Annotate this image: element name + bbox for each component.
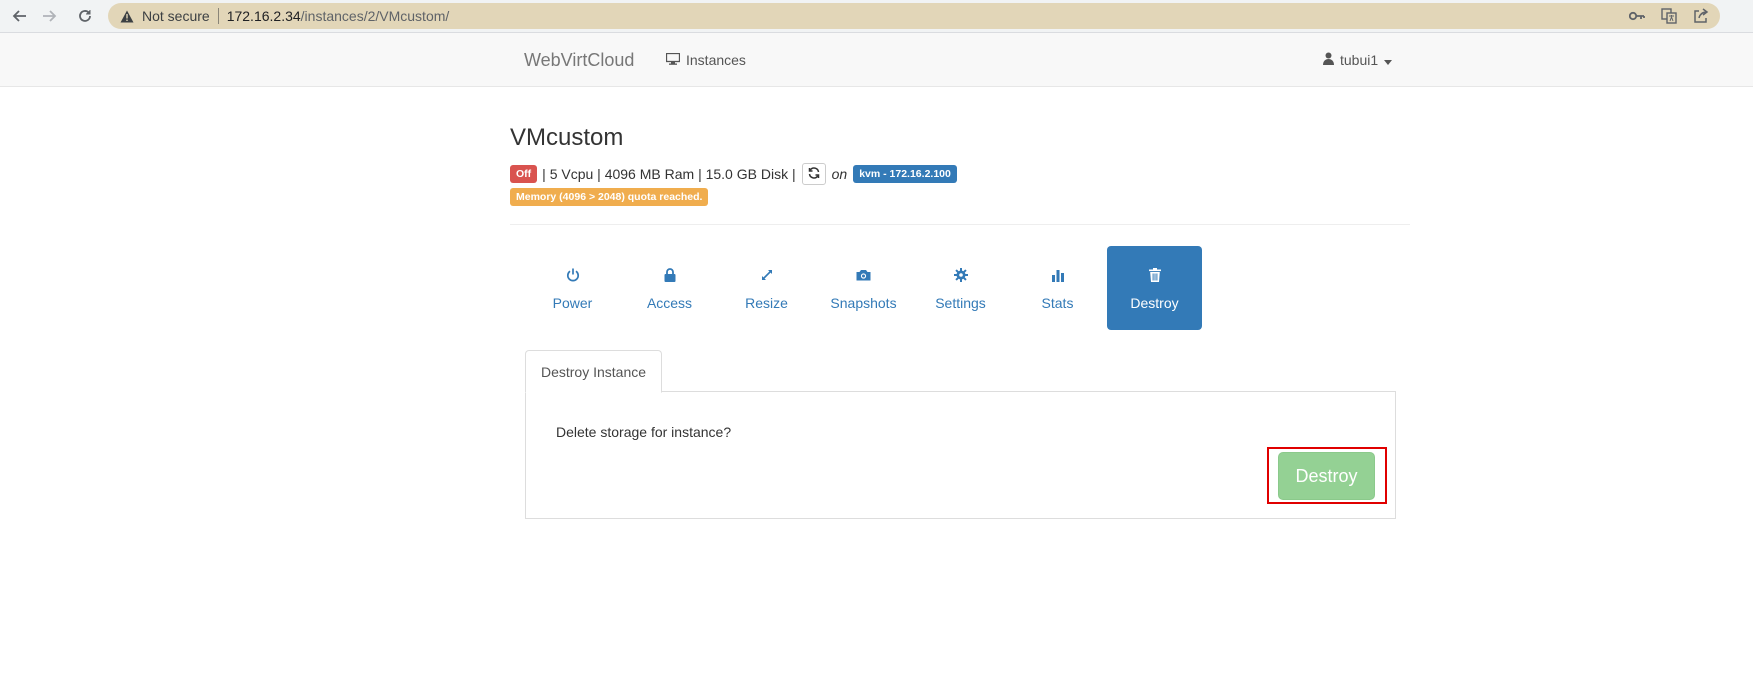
trash-icon xyxy=(1148,265,1161,285)
on-text: on xyxy=(831,166,848,182)
warning-icon[interactable] xyxy=(118,7,136,25)
instance-info: Off | 5 Vcpu | 4096 MB Ram | 15.0 GB Dis… xyxy=(510,163,957,185)
user-icon xyxy=(1323,52,1334,68)
tab-power[interactable]: Power xyxy=(525,246,620,330)
tab-resize-label: Resize xyxy=(745,295,788,311)
refresh-icon xyxy=(808,166,820,182)
url-path: /instances/2/VMcustom/ xyxy=(300,8,450,24)
bar-chart-icon xyxy=(1051,265,1065,285)
user-name: tubui1 xyxy=(1340,52,1379,68)
gear-icon xyxy=(953,265,968,285)
back-icon[interactable] xyxy=(9,5,31,27)
tab-destroy-label: Destroy xyxy=(1130,295,1179,311)
status-badge: Off xyxy=(510,165,538,183)
refresh-button[interactable] xyxy=(801,163,826,185)
camera-icon xyxy=(856,265,871,285)
instance-specs: | 5 Vcpu | 4096 MB Ram | 15.0 GB Disk | xyxy=(542,166,796,182)
tab-snapshots[interactable]: Snapshots xyxy=(816,246,911,330)
monitor-icon xyxy=(665,52,681,68)
destroy-panel xyxy=(525,391,1396,519)
action-tabs: Power Access Resize Snapshots Settings S… xyxy=(525,246,1204,330)
app-navbar: WebVirtCloud Instances tubui1 xyxy=(0,33,1753,87)
host-badge[interactable]: kvm - 172.16.2.100 xyxy=(853,165,957,183)
brand-link[interactable]: WebVirtCloud xyxy=(524,50,634,71)
key-icon[interactable] xyxy=(1628,7,1646,25)
tab-destroy[interactable]: Destroy xyxy=(1107,246,1202,330)
tab-snapshots-label: Snapshots xyxy=(830,295,897,311)
caret-down-icon xyxy=(1384,52,1393,68)
divider xyxy=(510,224,1410,225)
resize-icon xyxy=(760,265,774,285)
instance-title: VMcustom xyxy=(510,124,624,151)
tab-settings-label: Settings xyxy=(935,295,986,311)
tab-access[interactable]: Access xyxy=(622,246,717,330)
translate-icon[interactable] xyxy=(1660,7,1678,25)
browser-toolbar: Not secure 172.16.2.34/instances/2/VMcus… xyxy=(0,0,1753,33)
url-host: 172.16.2.34 xyxy=(226,8,301,24)
tab-destroy-instance[interactable]: Destroy Instance xyxy=(525,350,662,393)
tab-resize[interactable]: Resize xyxy=(719,246,814,330)
delete-storage-prompt: Delete storage for instance? xyxy=(556,424,732,440)
tab-power-label: Power xyxy=(552,295,593,311)
lock-icon xyxy=(664,265,676,285)
power-icon xyxy=(566,265,580,285)
nav-instances-label: Instances xyxy=(686,52,746,68)
tab-access-label: Access xyxy=(646,295,693,311)
address-bar[interactable]: Not secure 172.16.2.34/instances/2/VMcus… xyxy=(108,3,1720,29)
security-status: Not secure xyxy=(142,8,210,24)
tab-stats-label: Stats xyxy=(1041,295,1074,311)
address-separator xyxy=(217,8,219,24)
nav-instances-link[interactable]: Instances xyxy=(665,52,746,68)
user-menu[interactable]: tubui1 xyxy=(1323,52,1393,68)
forward-icon[interactable] xyxy=(38,5,60,27)
tab-stats[interactable]: Stats xyxy=(1010,246,1105,330)
share-icon[interactable] xyxy=(1692,7,1710,25)
tab-settings[interactable]: Settings xyxy=(913,246,1008,330)
quota-warning-row: Memory (4096 > 2048) quota reached. xyxy=(510,187,709,206)
quota-warning-badge: Memory (4096 > 2048) quota reached. xyxy=(510,188,709,206)
reload-icon[interactable] xyxy=(74,5,96,27)
highlight-box xyxy=(1267,447,1387,504)
